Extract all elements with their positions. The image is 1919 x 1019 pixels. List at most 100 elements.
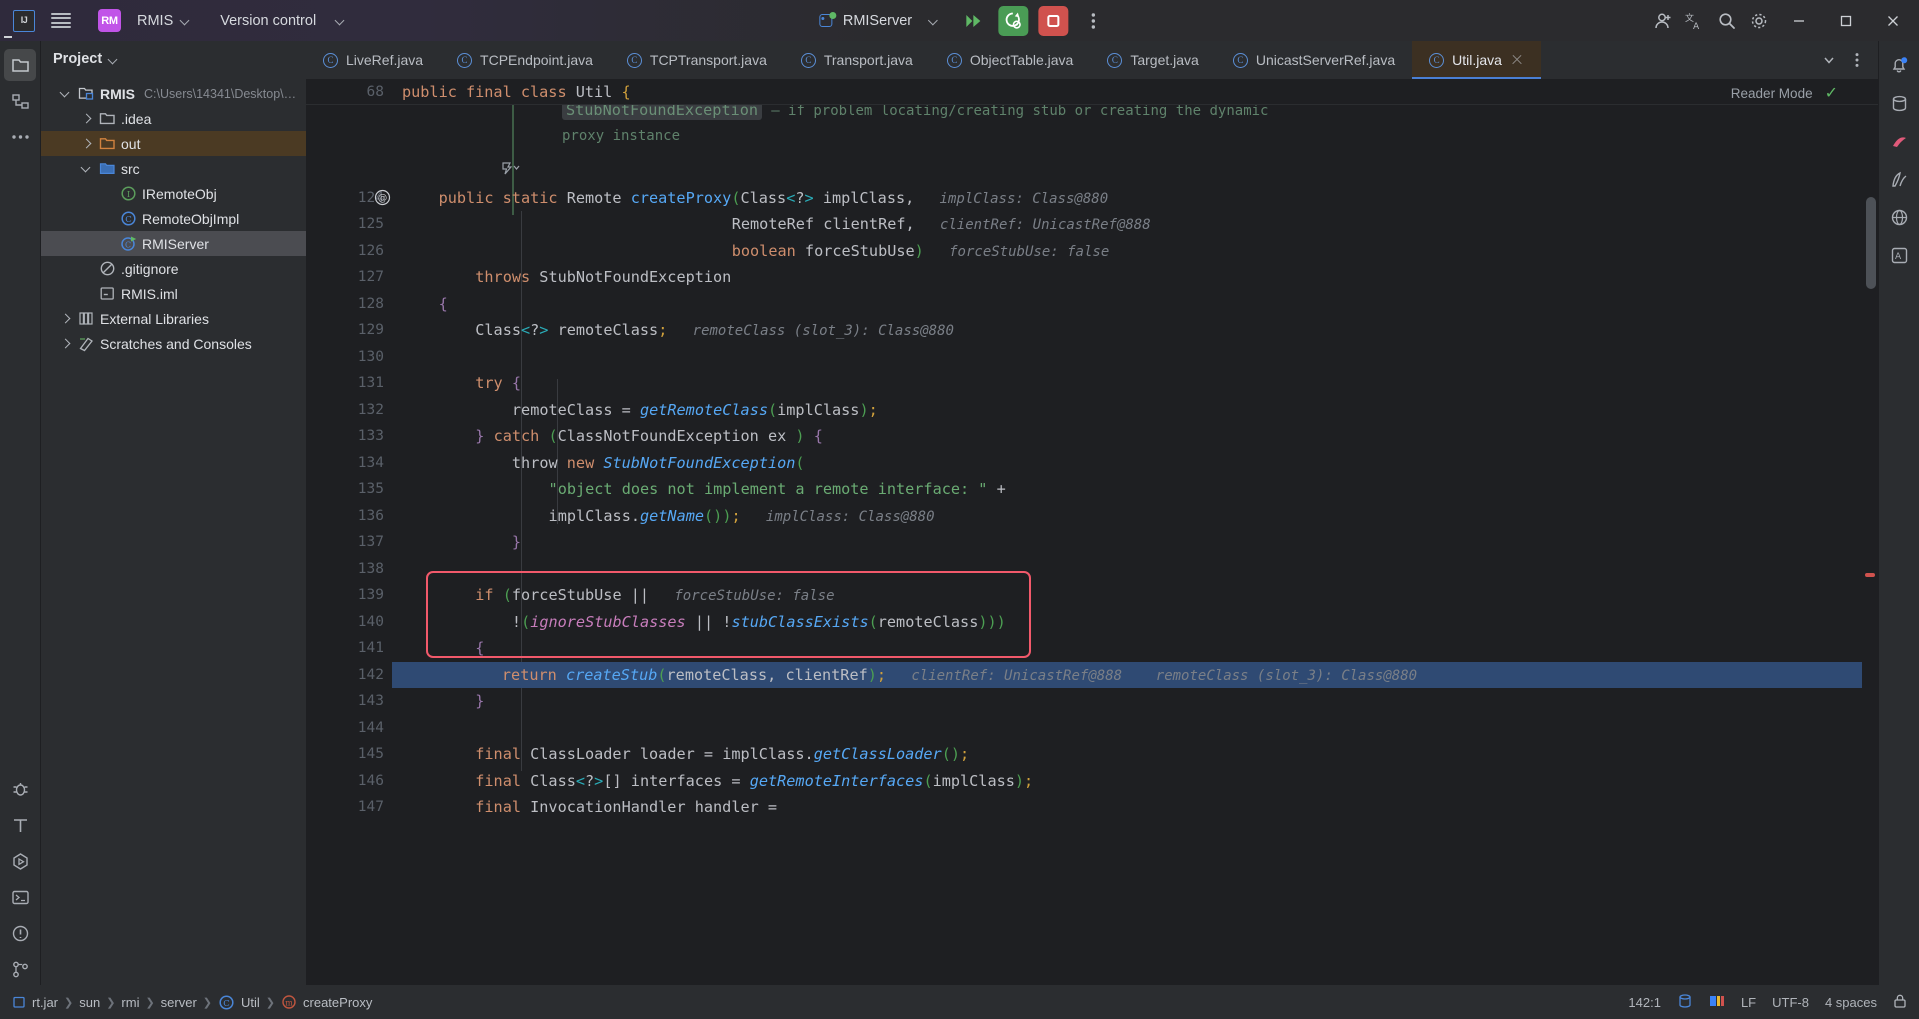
editor-scrollbar-thumb[interactable] (1866, 197, 1876, 289)
gutter-line-133[interactable]: 133 (306, 423, 392, 450)
code-line-134[interactable]: throw new StubNotFoundException( (392, 450, 1862, 477)
tool-button-project[interactable] (4, 49, 36, 81)
editor-gutter[interactable]: 124 @ 125 126 127 128 129 130 131 132 133 134 135 136… (306, 79, 392, 985)
code-line-126[interactable]: boolean forceStubUse) forceStubUse: fals… (392, 238, 1862, 265)
editor-tab-tcptransport[interactable]: C TCPTransport.java (610, 41, 784, 79)
code-line-144[interactable] (392, 715, 1862, 742)
code-line-130[interactable] (392, 344, 1862, 371)
breadcrumb-item-server[interactable]: server (161, 995, 197, 1010)
code-line-140[interactable]: !(ignoreStubClasses || !stubClassExists(… (392, 609, 1862, 636)
gutter-line-136[interactable]: 136 (306, 503, 392, 530)
editor-tab-liveref[interactable]: C LiveRef.java (306, 41, 440, 79)
chevron-down-icon[interactable] (80, 162, 94, 176)
tree-item-scratches-and-consoles[interactable]: Scratches and Consoles (41, 331, 306, 356)
project-selector[interactable]: RM RMIS (91, 7, 197, 34)
editor-tab-util[interactable]: C Util.java (1412, 41, 1541, 79)
rerun-with-coverage-button[interactable] (998, 5, 1029, 36)
tab-options-button[interactable] (1844, 47, 1870, 73)
run-gutter-icon[interactable] (500, 160, 522, 187)
tree-item-rmis[interactable]: RMIS C:\Users\14341\Desktop\RMIS (41, 81, 306, 106)
gutter-line-143[interactable]: 143 (306, 688, 392, 715)
project-panel-header[interactable]: Project (41, 41, 306, 77)
tool-button-web[interactable] (1883, 201, 1915, 233)
close-tab-icon[interactable] (1510, 53, 1524, 67)
more-run-options-button[interactable] (1078, 6, 1108, 36)
code-line-136[interactable]: implClass.getName()); implClass: Class@8… (392, 503, 1862, 530)
gutter-line-126[interactable]: 126 (306, 238, 392, 265)
editor-markers-bar[interactable] (1862, 79, 1878, 985)
gutter-line-128[interactable]: 128 (306, 291, 392, 318)
editor-tab-unicastserverref[interactable]: C UnicastServerRef.java (1216, 41, 1412, 79)
close-window-button[interactable] (1870, 0, 1915, 41)
tool-button-database[interactable] (1883, 87, 1915, 119)
editor-tab-objecttable[interactable]: C ObjectTable.java (930, 41, 1091, 79)
gutter-line-147[interactable]: 147 (306, 794, 392, 821)
tool-button-maven[interactable] (1883, 163, 1915, 195)
code-line-142[interactable]: return createStub(remoteClass, clientRef… (392, 661, 1862, 688)
breadcrumb-item-sun[interactable]: sun (79, 995, 100, 1010)
gutter-line-124[interactable]: 124 @ (306, 185, 392, 212)
gutter-line-141[interactable]: 141 (306, 635, 392, 662)
code-line-138[interactable] (392, 556, 1862, 583)
gutter-line-139[interactable]: 139 (306, 582, 392, 609)
tree-item-out[interactable]: out (41, 131, 306, 156)
file-encoding[interactable]: UTF-8 (1772, 995, 1809, 1010)
editor-tab-target[interactable]: C Target.java (1090, 41, 1215, 79)
code-line-127[interactable]: throws StubNotFoundException (392, 264, 1862, 291)
database-status-icon[interactable] (1677, 993, 1693, 1012)
layout-status-icon[interactable] (1709, 993, 1725, 1012)
gutter-line-132[interactable]: 132 (306, 397, 392, 424)
tool-button-debug[interactable] (4, 773, 36, 805)
code-line-135[interactable]: "object does not implement a remote inte… (392, 476, 1862, 503)
tool-button-structure[interactable] (4, 85, 36, 117)
stop-button[interactable] (1038, 5, 1069, 36)
code-line-129[interactable]: Class<?> remoteClass; remoteClass (slot_… (392, 317, 1862, 344)
gutter-line-137[interactable]: 137 (306, 529, 392, 556)
editor-tab-transport[interactable]: C Transport.java (784, 41, 930, 79)
gutter-line-146[interactable]: 146 (306, 768, 392, 795)
line-separator[interactable]: LF (1741, 995, 1756, 1010)
gutter-line-130[interactable]: 130 (306, 344, 392, 371)
lock-icon[interactable] (1893, 993, 1907, 1012)
editor-tab-tcpendpoint[interactable]: C TCPEndpoint.java (440, 41, 610, 79)
tool-button-run[interactable] (4, 845, 36, 877)
code-line-145[interactable]: final ClassLoader loader = implClass.get… (392, 741, 1862, 768)
chevron-right-icon[interactable] (80, 137, 94, 151)
code-line-131[interactable]: try { (392, 370, 1862, 397)
chevron-right-icon[interactable] (59, 312, 73, 326)
code-line-124[interactable]: public static Remote createProxy(Class<?… (392, 185, 1862, 212)
tool-button-terminal[interactable] (4, 881, 36, 913)
tree-item-src[interactable]: src (41, 156, 306, 181)
chevron-down-icon[interactable] (59, 87, 73, 101)
tree-item-rmiserver[interactable]: C RMIServer (41, 231, 306, 256)
tree-item-rmis-iml[interactable]: RMIS.iml (41, 281, 306, 306)
gutter-line-145[interactable]: 145 (306, 741, 392, 768)
code-line-141[interactable]: { (392, 635, 1862, 662)
code-line-147[interactable]: final InvocationHandler handler = (392, 794, 1862, 821)
tree-item-external-libraries[interactable]: External Libraries (41, 306, 306, 331)
code-line-139[interactable]: if (forceStubUse || forceStubUse: false (392, 582, 1862, 609)
gutter-line-135[interactable]: 135 (306, 476, 392, 503)
run-configuration-selector[interactable]: RMIServer (811, 7, 946, 35)
gutter-line-125[interactable]: 125 (306, 211, 392, 238)
reader-mode-indicator[interactable]: Reader Mode ✓ (1731, 83, 1838, 103)
maximize-window-button[interactable] (1823, 0, 1868, 41)
caret-position[interactable]: 142:1 (1628, 995, 1661, 1010)
error-marker[interactable] (1865, 573, 1875, 577)
gutter-line-142[interactable]: 142 (306, 662, 392, 689)
gutter-line-127[interactable]: 127 (306, 264, 392, 291)
code-line-125[interactable]: RemoteRef clientRef, clientRef: UnicastR… (392, 211, 1862, 238)
tool-button-notifications[interactable] (1883, 49, 1915, 81)
code-line-137[interactable]: } (392, 529, 1862, 556)
gutter-line-129[interactable]: 129 (306, 317, 392, 344)
tree-item-idea[interactable]: .idea (41, 106, 306, 131)
gutter-line-131[interactable]: 131 (306, 370, 392, 397)
translate-button[interactable]: 文A (1680, 6, 1710, 36)
code-editor[interactable]: 68 public final class Util { Reader Mode… (306, 79, 1878, 985)
tool-button-ai[interactable] (1883, 125, 1915, 157)
gutter-line-140[interactable]: 140 (306, 609, 392, 636)
chevron-right-icon[interactable] (80, 112, 94, 126)
gutter-line-144[interactable]: 144 (306, 715, 392, 742)
chevron-right-icon[interactable] (59, 337, 73, 351)
override-marker-icon[interactable]: @ (372, 188, 392, 208)
